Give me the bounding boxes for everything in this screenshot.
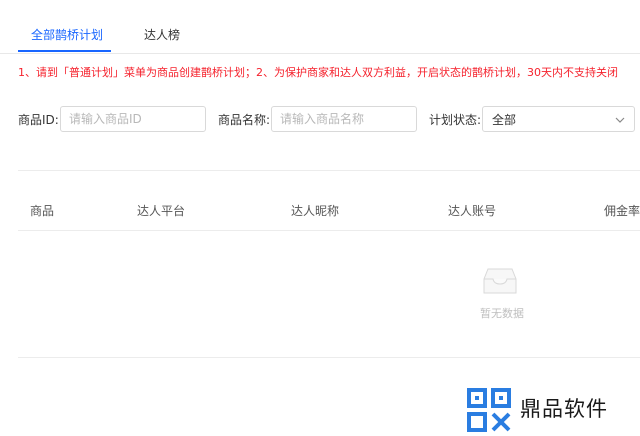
tab-creator-ranking[interactable]: 达人榜	[144, 27, 180, 43]
empty-state-text: 暂无数据	[480, 307, 524, 320]
section-divider	[18, 170, 640, 171]
product-name-label: 商品名称:	[218, 113, 271, 127]
plan-status-label: 计划状态:	[429, 113, 482, 127]
product-id-input[interactable]	[60, 106, 206, 132]
tab-bar: 全部鹊桥计划 达人榜	[0, 0, 640, 54]
empty-inbox-icon	[483, 268, 517, 294]
chevron-down-icon	[615, 117, 625, 123]
column-header-nickname: 达人昵称	[291, 204, 340, 218]
product-name-input[interactable]	[271, 106, 417, 132]
column-header-product: 商品	[30, 204, 55, 218]
plan-status-select[interactable]: 全部	[482, 106, 635, 132]
plan-status-value: 全部	[492, 113, 517, 127]
table-bottom-border	[18, 357, 640, 358]
tab-all-plans[interactable]: 全部鹊桥计划	[31, 27, 103, 43]
product-id-label: 商品ID:	[18, 113, 59, 127]
watermark-logo-icon	[467, 388, 511, 432]
column-header-platform: 达人平台	[137, 204, 186, 218]
main-panel: 全部鹊桥计划 达人榜 1、请到「普通计划」菜单为商品创建鹊桥计划；2、为保护商家…	[0, 0, 640, 436]
table-header: 商品 达人平台 达人昵称 达人账号 佣金率	[18, 192, 640, 231]
active-tab-indicator	[18, 50, 111, 52]
notice-text: 1、请到「普通计划」菜单为商品创建鹊桥计划；2、为保护商家和达人双方利益，开启状…	[18, 66, 618, 79]
watermark-text: 鼎品软件	[520, 397, 608, 421]
column-header-commission: 佣金率	[604, 204, 640, 218]
column-header-account: 达人账号	[448, 204, 497, 218]
